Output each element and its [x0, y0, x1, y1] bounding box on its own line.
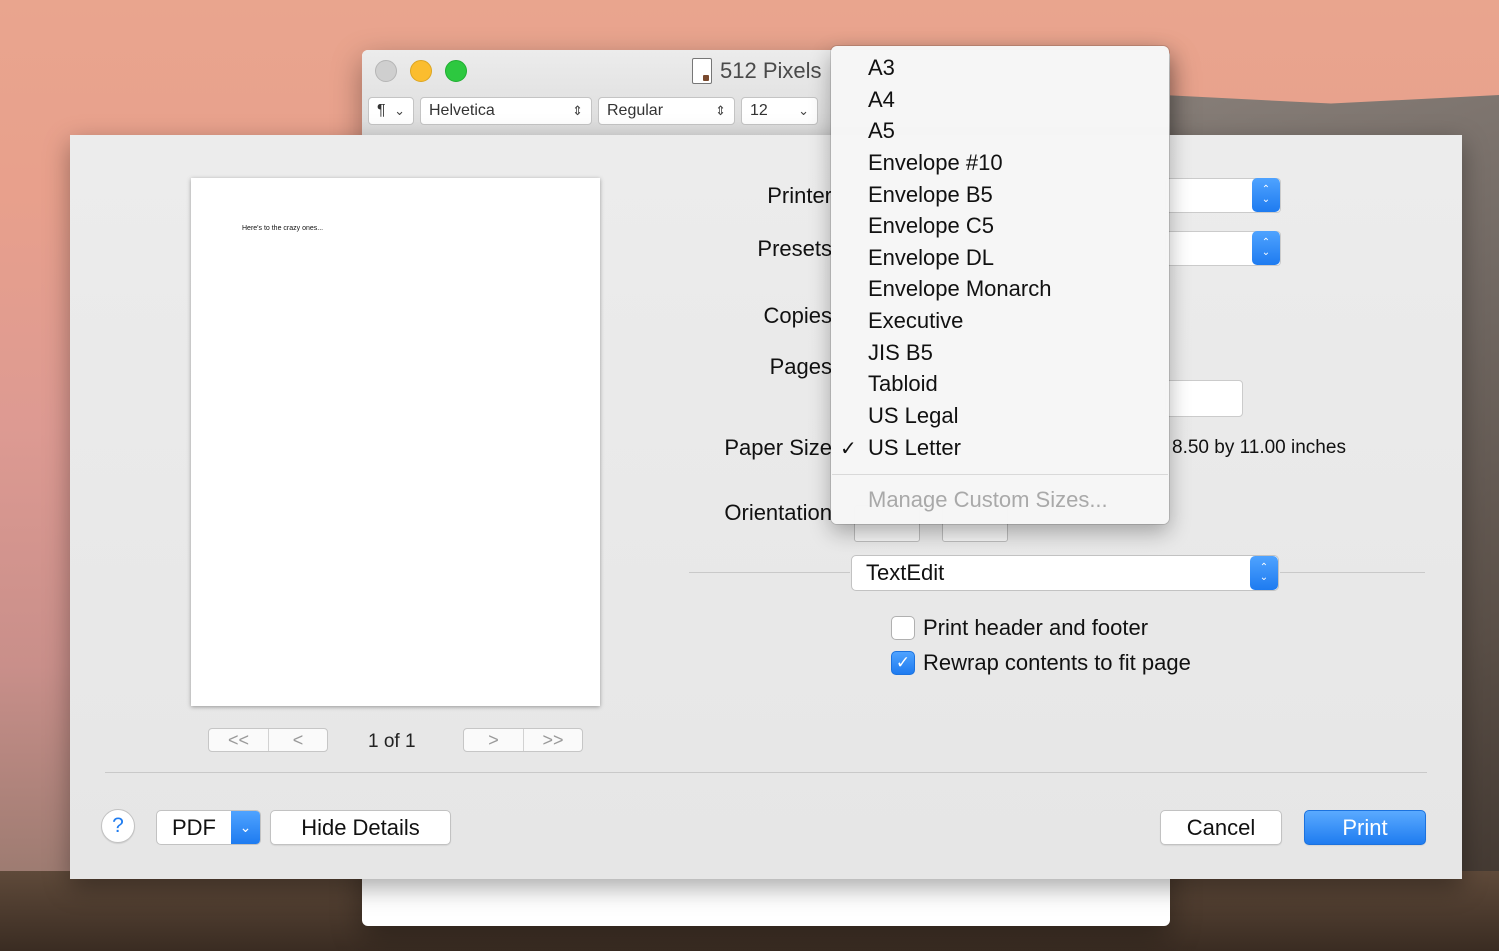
font-style-popup[interactable]: Regular ⇕: [598, 97, 735, 125]
menu-separator: [832, 474, 1168, 475]
preview-nav-back: << <: [208, 728, 328, 752]
menu-item-a5[interactable]: A5: [868, 118, 895, 144]
checkmark-icon: ✓: [840, 438, 857, 460]
print-header-footer-option[interactable]: Print header and footer: [891, 615, 1148, 641]
paper-size-label: Paper Size: [724, 435, 832, 460]
menu-item-envelope-b5[interactable]: Envelope B5: [868, 182, 993, 208]
last-page-button[interactable]: >>: [523, 729, 582, 751]
print-header-footer-label: Print header and footer: [923, 615, 1149, 640]
section-divider-left: [689, 572, 850, 573]
menu-item-envelope-10[interactable]: Envelope #10: [868, 150, 1003, 176]
updown-chevron-icon: ⇕: [715, 103, 726, 118]
print-button[interactable]: Print: [1304, 810, 1426, 845]
pdf-menu-button[interactable]: PDF ⌄: [156, 810, 261, 845]
section-divider-right: [1280, 572, 1425, 573]
footer-divider: [105, 772, 1427, 773]
font-family-value: Helvetica: [429, 102, 495, 119]
font-size-value: 12: [750, 102, 768, 119]
close-window-button[interactable]: [375, 60, 397, 82]
page-preview: Here's to the crazy ones...: [191, 178, 600, 706]
help-button[interactable]: ?: [101, 809, 135, 843]
menu-item-manage-custom-sizes[interactable]: Manage Custom Sizes...: [868, 487, 1108, 513]
previous-page-button[interactable]: <: [268, 729, 327, 751]
page-count: 1 of 1: [368, 731, 416, 752]
print-header-footer-checkbox[interactable]: [891, 616, 915, 640]
font-family-popup[interactable]: Helvetica ⇕: [420, 97, 592, 125]
font-size-combo[interactable]: 12 ⌄: [741, 97, 818, 125]
font-style-value: Regular: [607, 102, 664, 119]
paragraph-icon: ¶: [377, 102, 386, 119]
window-title-text: 512 Pixels: [720, 58, 822, 83]
pages-range-field[interactable]: [1165, 380, 1243, 417]
print-sheet: Here's to the crazy ones... << < 1 of 1 …: [70, 135, 1462, 879]
orientation-label: Orientation: [724, 500, 832, 525]
chevron-down-icon: ⌄: [394, 103, 405, 118]
format-toolbar: ¶ ⌄ Helvetica ⇕ Regular ⇕ 12 ⌄: [368, 97, 818, 125]
traffic-lights: [375, 60, 467, 82]
hide-details-button[interactable]: Hide Details: [270, 810, 451, 845]
window-title: 512 Pixels: [692, 58, 822, 84]
menu-item-jis-b5[interactable]: JIS B5: [868, 340, 933, 366]
app-section-value: TextEdit: [866, 560, 945, 585]
zoom-window-button[interactable]: [445, 60, 467, 82]
printer-popup-stepper-icon: ⌃ ⌄: [1252, 178, 1280, 212]
updown-chevron-icon: ⇕: [572, 103, 583, 118]
paragraph-style-popup[interactable]: ¶ ⌄: [368, 97, 414, 125]
paper-size-menu: A3 A4 A5 Envelope #10 Envelope B5 Envelo…: [831, 46, 1169, 524]
pdf-label: PDF: [172, 814, 216, 840]
menu-item-envelope-c5[interactable]: Envelope C5: [868, 213, 994, 239]
menu-item-executive[interactable]: Executive: [868, 308, 963, 334]
menu-item-envelope-dl[interactable]: Envelope DL: [868, 245, 994, 271]
menu-item-envelope-monarch[interactable]: Envelope Monarch: [868, 276, 1051, 302]
menu-item-us-legal[interactable]: US Legal: [868, 403, 959, 429]
chevron-down-icon: ⌄: [798, 103, 809, 118]
preview-page-text: Here's to the crazy ones...: [242, 225, 324, 232]
menu-item-a4[interactable]: A4: [868, 87, 895, 113]
presets-label: Presets: [757, 236, 832, 261]
menu-item-a3[interactable]: A3: [868, 55, 895, 81]
paper-dimensions: 8.50 by 11.00 inches: [1172, 437, 1346, 458]
rewrap-contents-checkbox[interactable]: ✓: [891, 651, 915, 675]
printer-label: Printer: [767, 183, 832, 208]
app-section-stepper-icon: ⌃ ⌄: [1250, 556, 1278, 590]
preview-nav-forward: > >>: [463, 728, 583, 752]
next-page-button[interactable]: >: [464, 729, 523, 751]
menu-item-us-letter[interactable]: US Letter: [868, 435, 961, 461]
first-page-button[interactable]: <<: [209, 729, 268, 751]
copies-label: Copies: [763, 303, 832, 328]
rewrap-contents-option[interactable]: ✓ Rewrap contents to fit page: [891, 650, 1191, 676]
presets-popup-stepper-icon: ⌃ ⌄: [1252, 231, 1280, 265]
document-icon: [692, 58, 712, 84]
chevron-down-icon[interactable]: ⌄: [231, 811, 260, 844]
rewrap-contents-label: Rewrap contents to fit page: [923, 650, 1191, 675]
menu-item-tabloid[interactable]: Tabloid: [868, 371, 938, 397]
app-section-popup[interactable]: TextEdit: [851, 555, 1279, 591]
cancel-button[interactable]: Cancel: [1160, 810, 1282, 845]
minimize-window-button[interactable]: [410, 60, 432, 82]
pages-label: Pages: [769, 354, 832, 379]
